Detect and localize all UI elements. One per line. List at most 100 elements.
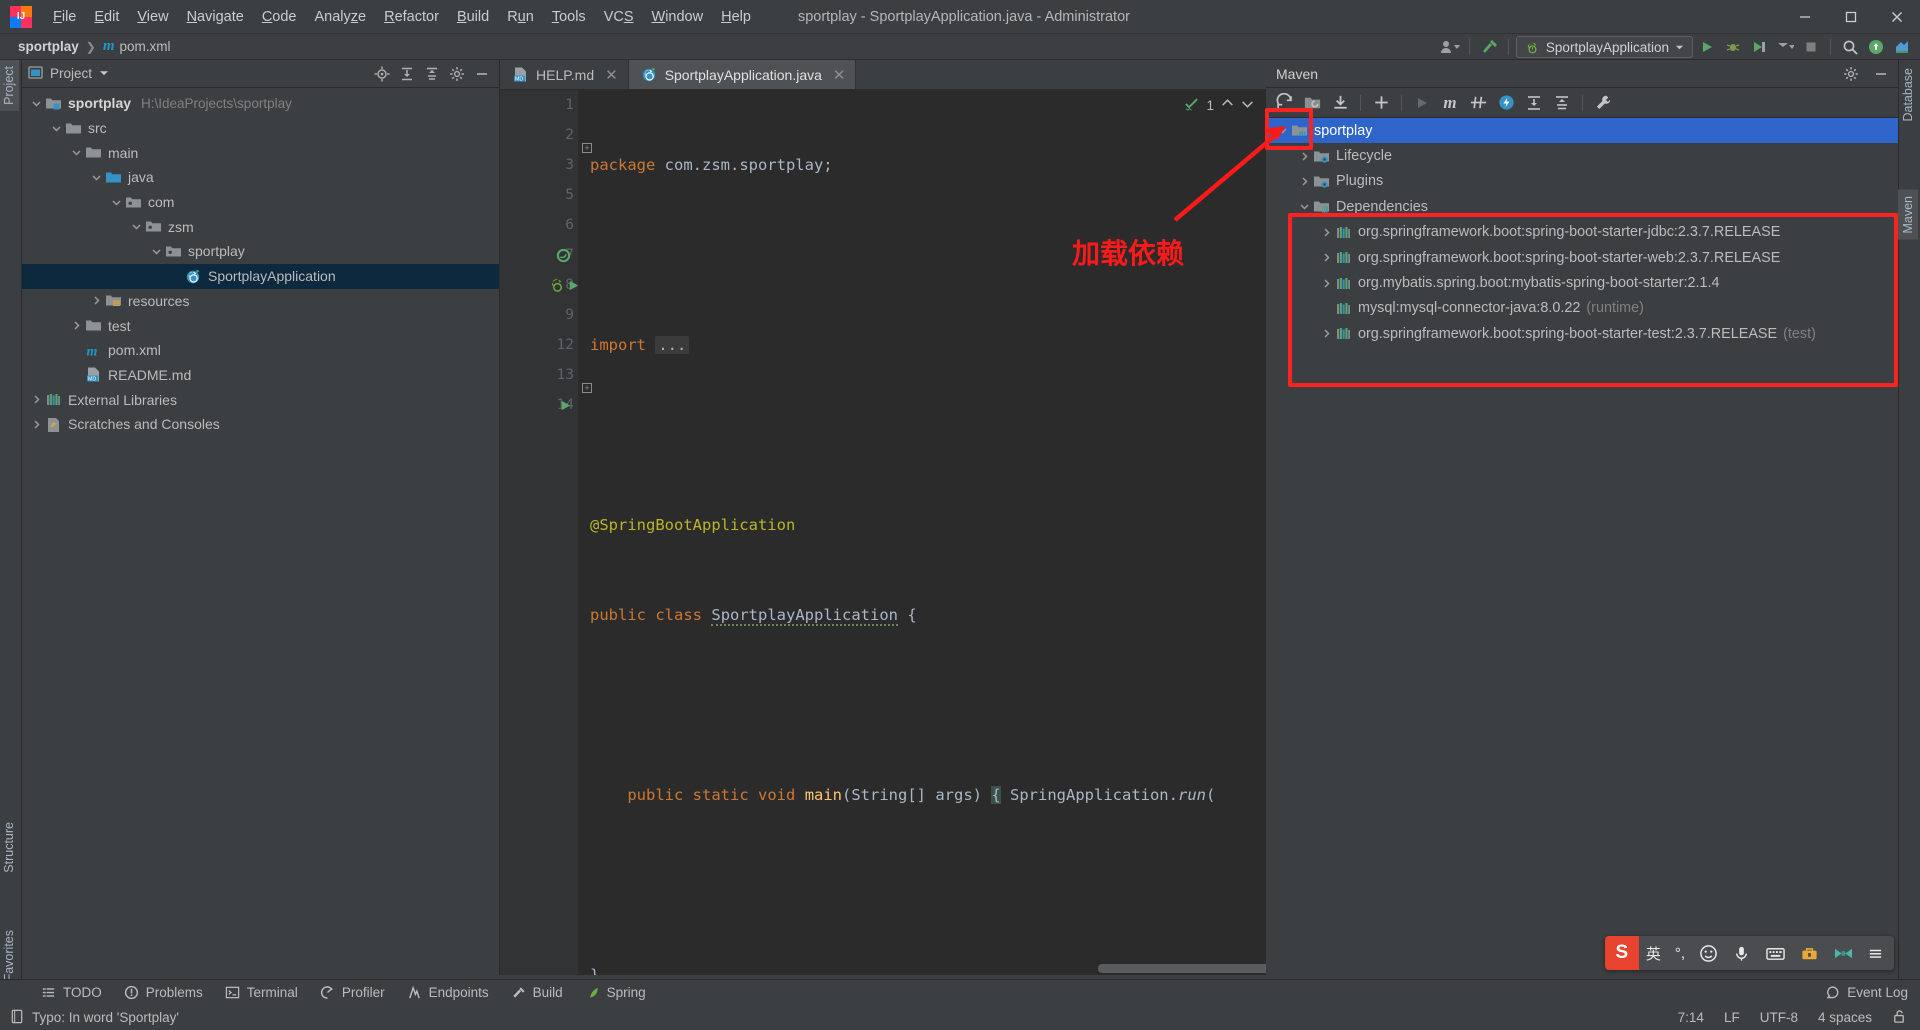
menu-item-run[interactable]: Run	[498, 6, 543, 28]
chevron-down-icon[interactable]	[1274, 125, 1291, 136]
keyboard-icon[interactable]	[1758, 936, 1793, 970]
debug-button[interactable]	[1721, 36, 1745, 58]
expand-all-icon[interactable]	[396, 63, 418, 85]
menu-item-vcs[interactable]: VCS	[595, 6, 643, 28]
menu-item-code[interactable]: Code	[253, 6, 306, 28]
project-tree-node[interactable]: zsm	[22, 214, 499, 239]
maven-tree-node[interactable]: org.springframework.boot:spring-boot-sta…	[1266, 245, 1898, 270]
menu-item-build[interactable]: Build	[448, 6, 498, 28]
maven-tree-node[interactable]: mysql:mysql-connector-java:8.0.22 (runtim…	[1266, 296, 1898, 321]
indent-setting[interactable]: 4 spaces	[1818, 1010, 1872, 1025]
ide-assistant-icon[interactable]	[1890, 36, 1914, 58]
run-maven-build-icon[interactable]	[1409, 91, 1435, 115]
chevron-right-icon[interactable]	[1318, 328, 1335, 339]
project-tree-node[interactable]: External Libraries	[22, 387, 499, 412]
project-tree-node[interactable]: java	[22, 165, 499, 190]
chevron-down-icon[interactable]	[128, 221, 145, 232]
chevron-right-icon[interactable]	[1318, 227, 1335, 238]
bowtie-icon[interactable]	[1826, 936, 1861, 970]
spring-bean-gutter-icon[interactable]	[548, 240, 578, 270]
tool-window-button-spring[interactable]: Spring	[574, 982, 657, 1004]
chevron-down-icon[interactable]	[99, 66, 109, 81]
tool-button-favorites[interactable]: Favorites	[0, 924, 19, 987]
chevron-right-icon[interactable]	[88, 295, 105, 306]
tool-window-button-terminal[interactable]: Terminal	[214, 982, 309, 1004]
run-main-gutter-icon[interactable]	[550, 390, 580, 420]
chevron-down-icon[interactable]	[108, 197, 125, 208]
hide-panel-icon[interactable]	[471, 63, 493, 85]
menu-item-file[interactable]: File	[44, 6, 85, 28]
maven-tree-node[interactable]: org.springframework.boot:spring-boot-sta…	[1266, 321, 1898, 346]
project-tree-node[interactable]: SportplayApplication	[22, 263, 499, 289]
project-tree-node[interactable]: sportplay	[22, 239, 499, 264]
chevron-right-icon[interactable]	[1296, 151, 1313, 162]
code-editor[interactable]: 12356789121314 package com.zsm.sportplay…	[500, 90, 1266, 975]
toggle-offline-mode-icon[interactable]	[1493, 91, 1519, 115]
tool-button-project[interactable]: Project	[0, 60, 19, 111]
maven-tree-node[interactable]: org.mybatis.spring.boot:mybatis-spring-b…	[1266, 270, 1898, 295]
generate-sources-icon[interactable]	[1299, 91, 1325, 115]
tool-window-button-todo[interactable]: TODO	[30, 982, 113, 1004]
maven-tree-node[interactable]: org.springframework.boot:spring-boot-sta…	[1266, 220, 1898, 245]
settings-gear-icon[interactable]	[446, 63, 468, 85]
project-tree-node[interactable]: Scratches and Consoles	[22, 412, 499, 437]
emoji-icon[interactable]	[1692, 936, 1725, 970]
run-configuration-selector[interactable]: SportplayApplication	[1515, 36, 1693, 58]
menu-item-edit[interactable]: Edit	[85, 6, 128, 28]
maven-tree-node[interactable]: Dependencies	[1266, 194, 1898, 219]
locate-icon[interactable]	[371, 63, 393, 85]
next-problem-icon[interactable]	[1241, 97, 1254, 113]
inspection-widget[interactable]: 1	[1184, 96, 1254, 114]
menu-item-analyze[interactable]: Analyze	[306, 6, 376, 28]
ime-toolbar[interactable]: S 英 °,	[1604, 936, 1894, 970]
project-tree-node[interactable]: com	[22, 190, 499, 215]
download-sources-icon[interactable]	[1327, 91, 1353, 115]
tool-window-button-problems[interactable]: Problems	[113, 982, 214, 1004]
tool-button-database[interactable]: Database	[1898, 62, 1918, 128]
user-dropdown-icon[interactable]	[1438, 36, 1462, 58]
collapse-all-icon[interactable]	[421, 63, 443, 85]
project-tree-node[interactable]: src	[22, 116, 499, 141]
breadcrumb-pom[interactable]: m pom.xml	[99, 38, 175, 55]
line-separator[interactable]: LF	[1724, 1010, 1740, 1025]
menu-item-window[interactable]: Window	[643, 6, 713, 28]
project-tree-node[interactable]: main	[22, 140, 499, 165]
ime-language-toggle[interactable]: 英	[1639, 936, 1668, 970]
maven-settings-gear-icon[interactable]	[1838, 62, 1864, 86]
run-with-coverage-button[interactable]	[1747, 36, 1771, 58]
stop-button[interactable]	[1799, 36, 1823, 58]
maven-tree-node[interactable]: m sportplay	[1266, 118, 1898, 144]
tool-window-button-endpoints[interactable]: Endpoints	[396, 982, 500, 1004]
ime-punctuation-toggle[interactable]: °,	[1668, 936, 1692, 970]
maven-hide-panel-icon[interactable]	[1868, 62, 1894, 86]
updates-icon[interactable]	[1864, 36, 1888, 58]
file-encoding[interactable]: UTF-8	[1760, 1010, 1798, 1025]
execute-maven-goal-icon[interactable]: m	[1437, 91, 1463, 115]
fold-expand-icon[interactable]: +	[582, 383, 592, 393]
close-tab-icon[interactable]: ✕	[833, 66, 846, 84]
caret-position[interactable]: 7:14	[1678, 1010, 1704, 1025]
build-hammer-icon[interactable]	[1477, 36, 1501, 58]
maven-expand-all-icon[interactable]	[1521, 91, 1547, 115]
tool-button-structure[interactable]: Structure	[0, 816, 19, 879]
chevron-down-icon[interactable]	[88, 172, 105, 183]
project-tree-node[interactable]: sportplay H:\IdeaProjects\sportplay	[22, 91, 499, 116]
editor-tab[interactable]: MD HELP.md ✕	[500, 60, 629, 89]
chevron-right-icon[interactable]	[1318, 252, 1335, 263]
chevron-down-icon[interactable]	[68, 147, 85, 158]
minimize-button[interactable]	[1782, 0, 1828, 34]
chevron-down-icon[interactable]	[148, 246, 165, 257]
mic-icon[interactable]	[1725, 936, 1758, 970]
close-button[interactable]	[1874, 0, 1920, 34]
chevron-right-icon[interactable]	[1296, 176, 1313, 187]
chevron-down-icon[interactable]	[48, 123, 65, 134]
event-log-button[interactable]: Event Log	[1825, 985, 1920, 1000]
editor-tab[interactable]: SportplayApplication.java ✕	[628, 60, 857, 89]
reload-all-maven-projects-icon[interactable]	[1271, 91, 1297, 115]
project-tree-node[interactable]: resources	[22, 289, 499, 314]
chevron-down-icon[interactable]	[28, 98, 45, 109]
close-tab-icon[interactable]: ✕	[605, 66, 618, 84]
editor-horizontal-scrollbar[interactable]	[588, 964, 1266, 973]
add-maven-project-icon[interactable]	[1368, 91, 1394, 115]
menu-item-navigate[interactable]: Navigate	[178, 6, 253, 28]
